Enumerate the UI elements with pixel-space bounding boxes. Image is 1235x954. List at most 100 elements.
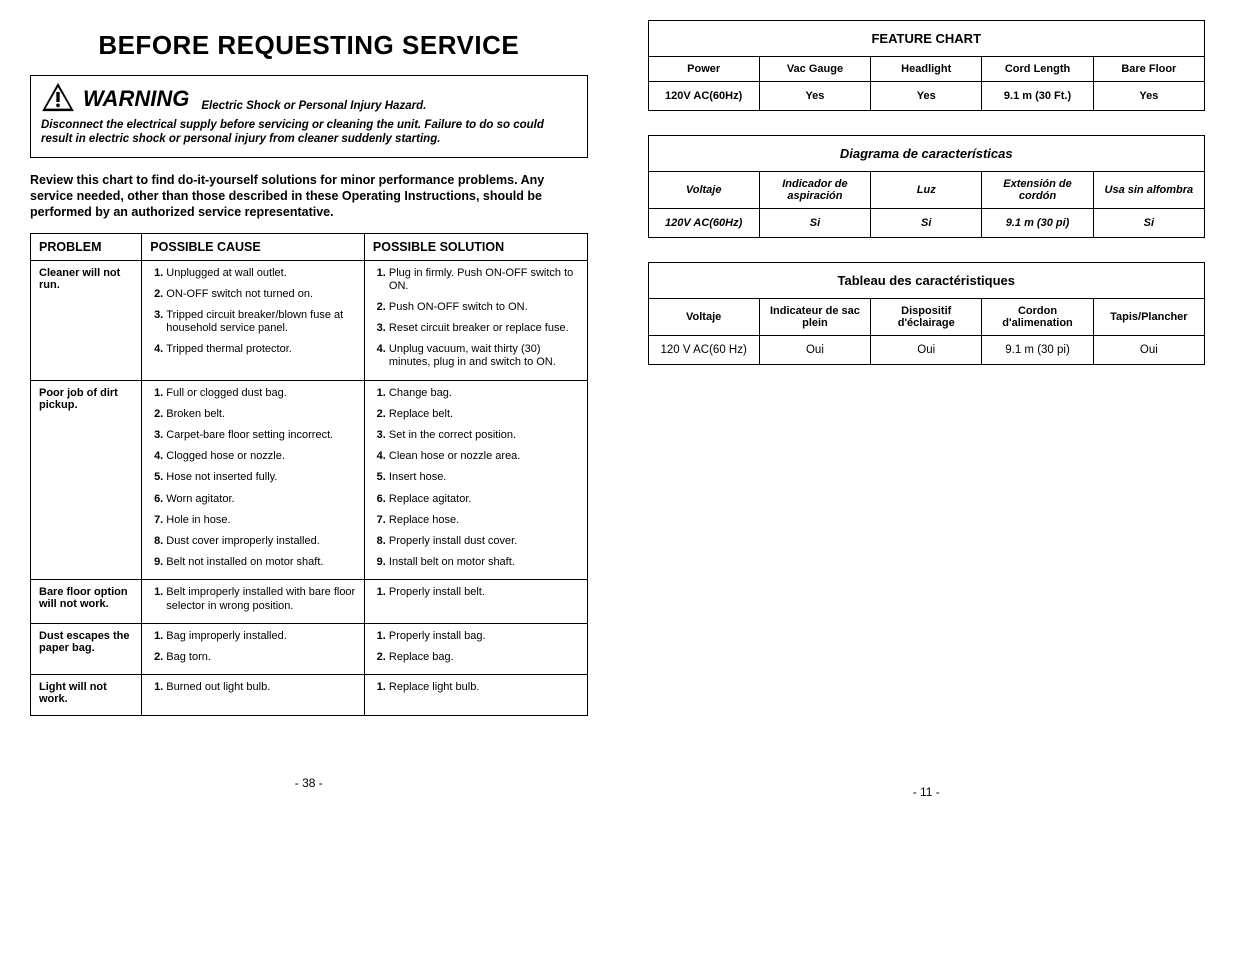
solution-item: Replace agitator. [389,493,579,506]
intro-paragraph: Review this chart to find do-it-yourself… [30,172,588,221]
table-row: Bare floor option will not work. Belt imp… [31,580,588,623]
cause-item: Unplugged at wall outlet. [166,267,356,280]
cause-item: Bag improperly installed. [166,630,356,643]
page-title: BEFORE REQUESTING SERVICE [30,30,588,61]
solution-item: Properly install dust cover. [389,535,579,548]
col-problem: PROBLEM [31,233,142,260]
warning-body: Disconnect the electrical supply before … [41,118,577,147]
feature-value: Oui [759,336,870,365]
solution-cell: Replace light bulb. [364,675,587,716]
col-cause: POSSIBLE CAUSE [142,233,365,260]
feature-value: Si [759,209,870,238]
table-row: Cleaner will not run.Unplugged at wall o… [31,260,588,380]
solution-item: Unplug vacuum, wait thirty (30) minutes,… [389,343,579,369]
feature-header: Bare Floor [1093,57,1204,82]
problem-cell: Bare floor option will not work. [31,580,142,623]
cause-cell: Full or clogged dust bag.Broken belt.Car… [142,380,365,580]
cause-item: Hose not inserted fully. [166,471,356,484]
feature-table: Diagrama de característicasVoltajeIndica… [648,135,1206,238]
page-number-right: - 11 - [648,785,1206,799]
solution-item: Clean hose or nozzle area. [389,450,579,463]
cause-item: Bag torn. [166,651,356,664]
problem-cell: Cleaner will not run. [31,260,142,380]
table-row: Light will not work. Burned out light bul… [31,675,588,716]
feature-caption: Diagrama de características [648,136,1205,172]
feature-header: Vac Gauge [759,57,870,82]
warning-box: WARNING Electric Shock or Personal Injur… [30,75,588,158]
solution-cell: Properly install belt. [364,580,587,623]
cause-item: Tripped thermal protector. [166,343,356,356]
cause-item: Belt improperly installed with bare floo… [166,586,356,612]
solution-cell: Plug in firmly. Push ON-OFF switch to ON… [364,260,587,380]
table-row: Poor job of dirt pickup.Full or clogged … [31,380,588,580]
cause-item: Dust cover improperly installed. [166,535,356,548]
solution-item: Replace belt. [389,408,579,421]
solution-item: Replace light bulb. [389,681,579,694]
cause-cell: Unplugged at wall outlet. ON-OFF switch n… [142,260,365,380]
troubleshooting-table: PROBLEM POSSIBLE CAUSE POSSIBLE SOLUTION… [30,233,588,717]
warning-subtitle: Electric Shock or Personal Injury Hazard… [201,100,426,112]
feature-value: 9.1 m (30 pi) [982,209,1093,238]
feature-value: Yes [1093,82,1204,111]
solution-item: Install belt on motor shaft. [389,556,579,569]
cause-item: Clogged hose or nozzle. [166,450,356,463]
feature-header: Voltaje [648,172,759,209]
feature-value: 120V AC(60Hz) [648,82,759,111]
solution-item: Set in the correct position. [389,429,579,442]
problem-cell: Light will not work. [31,675,142,716]
solution-item: Replace bag. [389,651,579,664]
solution-item: Properly install bag. [389,630,579,643]
left-column: BEFORE REQUESTING SERVICE WARNING Electr… [30,20,588,799]
feature-header: Usa sin alfombra [1093,172,1204,209]
feature-table: FEATURE CHARTPowerVac GaugeHeadlightCord… [648,20,1206,111]
cause-item: ON-OFF switch not turned on. [166,288,356,301]
warning-icon [41,82,75,112]
feature-caption: Tableau des caractéristiques [648,263,1205,299]
solution-item: Change bag. [389,387,579,400]
feature-caption: FEATURE CHART [648,21,1205,57]
col-solution: POSSIBLE SOLUTION [364,233,587,260]
feature-header: Luz [871,172,982,209]
feature-value: 9.1 m (30 Ft.) [982,82,1093,111]
feature-header: Tapis/Plancher [1093,299,1204,336]
cause-item: Belt not installed on motor shaft. [166,556,356,569]
feature-value: Si [1093,209,1204,238]
feature-value: Yes [759,82,870,111]
feature-header: Power [648,57,759,82]
table-row: Dust escapes the paper bag. Bag improperl… [31,623,588,674]
feature-value: 120V AC(60Hz) [648,209,759,238]
problem-cell: Dust escapes the paper bag. [31,623,142,674]
solution-cell: Properly install bag. Replace bag. [364,623,587,674]
solution-item: Push ON-OFF switch to ON. [389,301,579,314]
feature-header: Indicador de aspiración [759,172,870,209]
cause-item: Burned out light bulb. [166,681,356,694]
feature-header: Indicateur de sac plein [759,299,870,336]
cause-cell: Burned out light bulb. [142,675,365,716]
feature-value: 120 V AC(60 Hz) [648,336,759,365]
feature-header: Cord Length [982,57,1093,82]
feature-value: 9.1 m (30 pi) [982,336,1093,365]
feature-header: Voltaje [648,299,759,336]
feature-table: Tableau des caractéristiquesVoltajeIndic… [648,262,1206,365]
feature-value: Oui [871,336,982,365]
cause-item: Tripped circuit breaker/blown fuse at ho… [166,309,356,335]
feature-value: Oui [1093,336,1204,365]
cause-item: Carpet-bare floor setting incorrect. [166,429,356,442]
solution-item: Reset circuit breaker or replace fuse. [389,322,579,335]
warning-header: WARNING Electric Shock or Personal Injur… [41,82,577,112]
feature-header: Cordon d'alimenation [982,299,1093,336]
problem-cell: Poor job of dirt pickup. [31,380,142,580]
feature-value: Si [871,209,982,238]
cause-item: Worn agitator. [166,493,356,506]
solution-cell: Change bag. Replace belt. Set in the corre… [364,380,587,580]
page-number-left: - 38 - [30,776,588,790]
solution-item: Properly install belt. [389,586,579,599]
cause-item: Hole in hose. [166,514,356,527]
feature-header: Headlight [871,57,982,82]
solution-item: Plug in firmly. Push ON-OFF switch to ON… [389,267,579,293]
solution-item: Replace hose. [389,514,579,527]
right-column: FEATURE CHARTPowerVac GaugeHeadlightCord… [648,20,1206,799]
warning-word: WARNING [83,86,189,112]
cause-item: Full or clogged dust bag. [166,387,356,400]
solution-item: Insert hose. [389,471,579,484]
